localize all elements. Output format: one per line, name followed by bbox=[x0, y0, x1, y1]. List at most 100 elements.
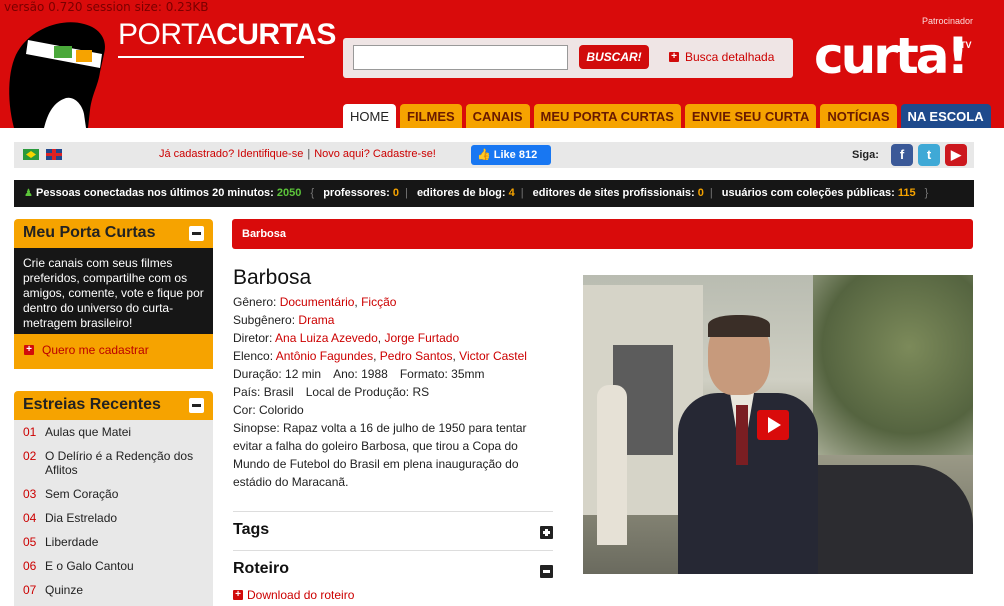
place-value: RS bbox=[412, 385, 430, 399]
online-total: 2050 bbox=[276, 187, 302, 199]
my-porta-curtas-box: Meu Porta Curtas Crie canais com seus fi… bbox=[14, 219, 213, 369]
tab-na-escola[interactable]: NA ESCOLA bbox=[900, 104, 991, 128]
list-item[interactable]: 01 Aulas que Matei bbox=[14, 420, 213, 444]
item-title: Aulas que Matei bbox=[45, 425, 132, 439]
synopsis-label: Sinopse: bbox=[233, 421, 280, 435]
cast-link[interactable]: Antônio Fagundes bbox=[276, 349, 373, 363]
collapse-icon[interactable] bbox=[189, 226, 204, 241]
tab-meu-porta-curtas[interactable]: MEU PORTA CURTAS bbox=[533, 104, 681, 128]
tab-noticias[interactable]: NOTÍCIAS bbox=[820, 104, 897, 128]
brand-wordmark[interactable]: PORTACURTAS bbox=[118, 18, 336, 52]
search-box: BUSCAR! + Busca detalhada bbox=[343, 38, 793, 78]
tech-row: Duração: 12 min Ano: 1988 Formato: 35mm bbox=[233, 365, 555, 383]
tags-heading: Tags bbox=[233, 521, 270, 538]
account-links: Já cadastrado? Identifique-se | Novo aqui?… bbox=[159, 148, 436, 160]
uk-flag-icon[interactable] bbox=[46, 149, 62, 160]
place-label: Local de Produção: bbox=[305, 385, 410, 399]
color-label: Cor: bbox=[233, 403, 256, 417]
expand-icon[interactable] bbox=[540, 526, 553, 539]
tags-section[interactable]: Tags bbox=[233, 511, 553, 549]
online-group-value: 0 bbox=[392, 187, 400, 199]
director-label: Diretor: bbox=[233, 331, 273, 345]
debug-version: versão 0.720 session size: 0.23KB bbox=[4, 0, 209, 14]
country-row: País: Brasil Local de Produção: RS bbox=[233, 383, 555, 401]
like-count: 812 bbox=[518, 149, 538, 161]
collapse-icon[interactable] bbox=[540, 565, 553, 578]
brazil-flag-icon[interactable] bbox=[23, 149, 39, 160]
online-label: Pessoas conectadas nos últimos 20 minuto… bbox=[36, 187, 274, 199]
script-section[interactable]: Roteiro bbox=[233, 550, 553, 588]
list-item[interactable]: 07 Quinze bbox=[14, 578, 213, 602]
video-background-person bbox=[597, 385, 627, 545]
year-value: 1988 bbox=[361, 367, 388, 381]
porta-curtas-mascot-logo[interactable] bbox=[4, 14, 112, 128]
play-icon[interactable] bbox=[757, 410, 789, 440]
online-group-value: 4 bbox=[508, 187, 515, 199]
director-row: Diretor: Ana Luiza Azevedo, Jorge Furtad… bbox=[233, 331, 460, 345]
item-title: Quinze bbox=[45, 583, 84, 597]
list-item[interactable]: 03 Sem Coração bbox=[14, 482, 213, 506]
download-script-link[interactable]: + Download do roteiro bbox=[233, 588, 354, 602]
login-link[interactable]: Já cadastrado? Identifique-se bbox=[159, 148, 303, 160]
tab-filmes[interactable]: FILMES bbox=[400, 104, 462, 128]
item-title: Sem Coração bbox=[45, 487, 119, 501]
video-actor-hair bbox=[708, 315, 770, 337]
duration-value: 12 min bbox=[285, 367, 322, 381]
cast-link[interactable]: Pedro Santos bbox=[380, 349, 453, 363]
online-group-value: 0 bbox=[697, 187, 704, 199]
sponsor-logo[interactable]: curta! bbox=[814, 30, 969, 82]
like-label: Like bbox=[493, 149, 516, 161]
genre-link[interactable]: Documentário bbox=[280, 295, 355, 309]
facebook-icon[interactable]: f bbox=[891, 144, 913, 166]
video-player[interactable] bbox=[583, 275, 973, 574]
online-group-value: 115 bbox=[897, 187, 916, 199]
brand-underline bbox=[118, 56, 304, 58]
plus-icon: + bbox=[233, 590, 243, 600]
advanced-search-link[interactable]: + Busca detalhada bbox=[669, 50, 774, 64]
subgenre-row: Subgênero: Drama bbox=[233, 311, 555, 329]
facebook-like-button[interactable]: 👍 Like 812 bbox=[471, 145, 551, 165]
item-number: 04 bbox=[23, 511, 37, 525]
cast-link[interactable]: Victor Castel bbox=[459, 349, 527, 363]
signup-cta-link[interactable]: + Quero me cadastrar bbox=[14, 334, 213, 366]
tab-home[interactable]: HOME bbox=[343, 104, 396, 128]
synopsis-row: Sinopse: Rapaz volta a 16 de julho de 19… bbox=[233, 419, 555, 491]
director-link[interactable]: Ana Luiza Azevedo bbox=[275, 331, 378, 345]
search-button[interactable]: BUSCAR! bbox=[579, 45, 649, 69]
sponsor-tv-mark: TV bbox=[960, 40, 972, 50]
item-number: 01 bbox=[23, 425, 37, 439]
search-input[interactable] bbox=[353, 45, 568, 70]
cast-label: Elenco: bbox=[233, 349, 274, 363]
online-group-label: editores de blog: bbox=[416, 187, 506, 199]
item-number: 07 bbox=[23, 583, 37, 597]
video-tree bbox=[813, 275, 973, 455]
color-value: Colorido bbox=[259, 403, 304, 417]
list-item[interactable]: 06 E o Galo Cantou bbox=[14, 554, 213, 578]
video-actor-tie bbox=[736, 405, 748, 465]
page-title: Barbosa bbox=[233, 266, 312, 289]
list-item[interactable]: 04 Dia Estrelado bbox=[14, 506, 213, 530]
subgenre-link[interactable]: Drama bbox=[298, 313, 334, 327]
list-item[interactable]: 05 Liberdade bbox=[14, 530, 213, 554]
cast-row: Elenco: Antônio Fagundes, Pedro Santos, … bbox=[233, 349, 527, 363]
genre-label: Gênero: bbox=[233, 295, 277, 309]
format-label: Formato: bbox=[399, 367, 448, 381]
item-number: 03 bbox=[23, 487, 37, 501]
download-script-label: Download do roteiro bbox=[247, 588, 355, 602]
list-item[interactable]: 02 O Delírio é a Redenção dos Aflitos bbox=[14, 444, 213, 482]
brand-bold: CURTAS bbox=[216, 18, 336, 51]
director-link[interactable]: Jorge Furtado bbox=[384, 331, 459, 345]
genre-link[interactable]: Ficção bbox=[361, 295, 396, 309]
tab-canais[interactable]: CANAIS bbox=[465, 104, 530, 128]
my-porta-curtas-title: Meu Porta Curtas bbox=[14, 219, 213, 248]
tab-envie-seu-curta[interactable]: ENVIE SEU CURTA bbox=[684, 104, 817, 128]
script-heading: Roteiro bbox=[233, 560, 289, 577]
twitter-icon[interactable]: t bbox=[918, 144, 940, 166]
recent-releases-box: Estreias Recentes 01 Aulas que Matei 02 O … bbox=[14, 391, 213, 606]
signup-link[interactable]: Novo aqui? Cadastre-se! bbox=[314, 148, 436, 160]
online-group-label: usuários com coleções públicas: bbox=[721, 187, 895, 199]
youtube-icon[interactable]: ▶ bbox=[945, 144, 967, 166]
follow-label: Siga: bbox=[852, 149, 879, 161]
collapse-icon[interactable] bbox=[189, 398, 204, 413]
plus-icon: + bbox=[24, 345, 34, 355]
